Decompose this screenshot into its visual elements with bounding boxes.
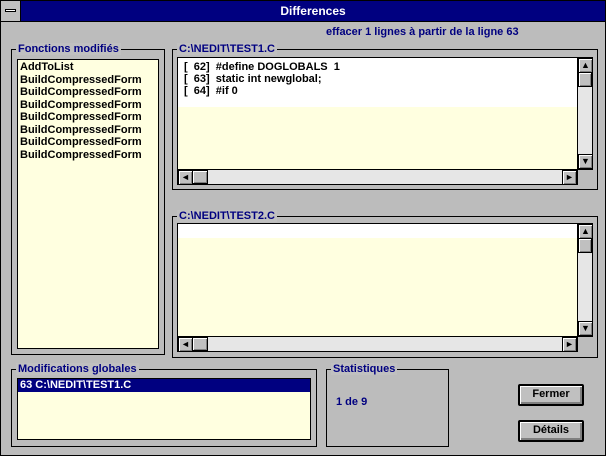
list-item[interactable]: 63 C:\NEDIT\TEST1.C [18,379,310,392]
list-item[interactable]: BuildCompressedForm [18,99,158,112]
system-menu-icon [5,9,16,12]
file2-text-view[interactable] [177,223,578,337]
scroll-up-arrow-icon[interactable]: ▲ [578,58,593,73]
list-item[interactable]: BuildCompressedForm [18,136,158,149]
stats-group: Statistiques 1 de 9 [326,363,449,447]
close-button[interactable]: Fermer [518,384,584,406]
scroll-up-arrow-icon[interactable]: ▲ [578,224,593,239]
file2-vertical-scrollbar[interactable]: ▲ ▼ [577,223,593,337]
functions-list[interactable]: AddToList BuildCompressedForm BuildCompr… [17,59,159,349]
file1-vertical-scrollbar[interactable]: ▲ ▼ [577,57,593,170]
list-item[interactable]: AddToList [18,61,158,74]
functions-group-label: Fonctions modifiés [16,43,121,55]
scroll-right-arrow-icon[interactable]: ► [562,337,577,352]
code-line: [ 64] #if 0 [184,85,238,97]
title-bar[interactable]: Differences [1,1,605,22]
file1-text-view[interactable]: [ 62] #define DOGLOBALS 1 [ 63] static i… [177,57,578,170]
global-mods-group: Modifications globales 63 C:\NEDIT\TEST1… [11,363,317,447]
code-line: [ 62] #define DOGLOBALS 1 [184,61,340,73]
scroll-right-arrow-icon[interactable]: ► [562,170,577,185]
global-mods-group-label: Modifications globales [16,363,139,375]
scroll-down-arrow-icon[interactable]: ▼ [578,154,593,169]
details-button[interactable]: Détails [518,420,584,442]
list-item[interactable]: BuildCompressedForm [18,86,158,99]
window-title: Differences [280,4,346,18]
list-item[interactable]: BuildCompressedForm [18,111,158,124]
file2-horizontal-scrollbar[interactable]: ◄ ► [177,336,578,352]
global-mods-list[interactable]: 63 C:\NEDIT\TEST1.C [17,378,311,440]
scroll-left-arrow-icon[interactable]: ◄ [178,337,193,352]
list-item[interactable]: BuildCompressedForm [18,74,158,87]
diff-message: effacer 1 lignes à partir de la ligne 63 [326,26,519,38]
file1-horizontal-scrollbar[interactable]: ◄ ► [177,169,578,185]
code-line: [ 63] static int newglobal; [184,73,322,85]
file2-group-label: C:\NEDIT\TEST2.C [177,210,277,222]
scroll-left-arrow-icon[interactable]: ◄ [178,170,193,185]
list-item[interactable]: BuildCompressedForm [18,124,158,137]
system-menu-button[interactable] [1,1,21,21]
stats-group-label: Statistiques [331,363,398,375]
file1-group: C:\NEDIT\TEST1.C [ 62] #define DOGLOBALS… [172,43,598,190]
list-item[interactable]: BuildCompressedForm [18,149,158,162]
file2-highlight-band [178,224,577,238]
scroll-thumb[interactable] [578,72,592,87]
scroll-thumb[interactable] [578,238,592,253]
file2-group: C:\NEDIT\TEST2.C ▲ ▼ ◄ ► [172,210,598,358]
scroll-thumb[interactable] [192,337,208,351]
file1-highlight-band: [ 62] #define DOGLOBALS 1 [ 63] static i… [178,58,577,107]
functions-group: Fonctions modifiés AddToList BuildCompre… [11,43,165,355]
scroll-thumb[interactable] [192,170,208,184]
stats-value: 1 de 9 [336,396,368,408]
scroll-down-arrow-icon[interactable]: ▼ [578,321,593,336]
file1-group-label: C:\NEDIT\TEST1.C [177,43,277,55]
